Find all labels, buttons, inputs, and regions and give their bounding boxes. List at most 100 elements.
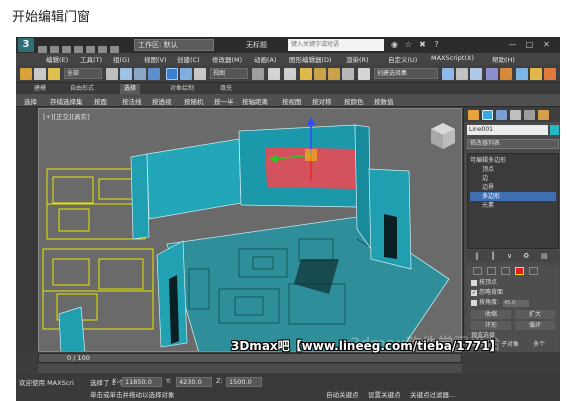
menu-edit[interactable]: 编辑(E) — [46, 54, 68, 64]
mirror-icon[interactable] — [442, 68, 454, 80]
viewport-label[interactable]: [+][正交][真实] — [43, 111, 90, 121]
ring-button[interactable]: 环形 — [471, 321, 511, 330]
ribbon-by-numeric[interactable]: 按数值 — [374, 96, 394, 106]
percent-snap-icon[interactable] — [328, 68, 340, 80]
preview-subobject-radio[interactable]: 子对象 — [501, 341, 519, 349]
keyboard-shortcut-icon[interactable] — [284, 68, 296, 80]
show-end-result-icon[interactable]: ┃ — [491, 252, 495, 260]
ribbon-by-half[interactable]: 按一半 — [214, 96, 234, 106]
ignore-backfacing-checkbox[interactable]: ✓ 忽略背面 — [471, 289, 503, 297]
set-key-button[interactable]: 设置关键点 — [368, 389, 401, 399]
angle-spinner[interactable]: 45.0 — [503, 300, 530, 307]
minimize-icon[interactable]: — — [506, 39, 519, 50]
track-bar[interactable] — [38, 364, 462, 373]
ribbon-by-view[interactable]: 按视图 — [282, 96, 302, 106]
tab-freeform[interactable]: 自由形式 — [66, 84, 98, 94]
element-level-icon[interactable] — [529, 267, 538, 275]
menu-modifiers[interactable]: 修改器(M) — [212, 54, 242, 64]
time-slider[interactable]: 0 / 100 — [38, 353, 462, 363]
stack-item-editable-poly[interactable]: 可编辑多边形 — [470, 156, 556, 165]
ribbon-by-random[interactable]: 按随机 — [184, 96, 204, 106]
select-rotate-icon[interactable] — [180, 68, 192, 80]
layer-manager-icon[interactable] — [470, 68, 482, 80]
ribbon-by-perspective[interactable]: 按透视 — [152, 96, 172, 106]
menu-create[interactable]: 创建(C) — [177, 54, 200, 64]
exchange-icon[interactable]: ✖ — [416, 39, 429, 50]
tab-selection[interactable]: 选择 — [120, 84, 141, 94]
pivot-center-icon[interactable] — [252, 68, 264, 80]
align-icon[interactable] — [456, 68, 468, 80]
utilities-tab-icon[interactable] — [538, 110, 549, 120]
ribbon-select[interactable]: 选择 — [24, 96, 37, 106]
menu-help[interactable]: 帮助(H) — [492, 54, 515, 64]
search-input[interactable]: 键入关键字或短语 — [288, 39, 384, 51]
z-coordinate-field[interactable]: 1500.0 — [226, 377, 262, 387]
by-vertex-checkbox[interactable]: 按顶点 — [471, 279, 497, 287]
curve-editor-icon[interactable] — [486, 68, 498, 80]
tab-object-paint[interactable]: 对象绘制 — [166, 84, 198, 94]
menu-views[interactable]: 视图(V) — [144, 54, 167, 64]
link-icon[interactable] — [34, 68, 46, 80]
selection-filter-dropdown[interactable]: 全部 — [64, 68, 102, 79]
workspace-dropdown[interactable]: 工作区: 默认 — [134, 39, 214, 51]
make-unique-icon[interactable]: ∨ — [507, 252, 512, 260]
hierarchy-tab-icon[interactable] — [496, 110, 507, 120]
named-selection-dropdown[interactable]: 创建选择集 — [374, 68, 438, 79]
rect-select-icon[interactable] — [134, 68, 146, 80]
ribbon-by-color[interactable]: 按颜色 — [344, 96, 364, 106]
by-angle-checkbox[interactable]: 按角度: 45.0 — [471, 299, 530, 307]
undo-icon[interactable] — [20, 68, 32, 80]
select-move-icon[interactable] — [166, 68, 178, 80]
modifier-list-dropdown[interactable]: 修改器列表 — [467, 139, 559, 149]
remove-modifier-icon[interactable]: ♻ — [523, 252, 529, 260]
select-manipulate-icon[interactable] — [268, 68, 280, 80]
ribbon-by-normal[interactable]: 按法线 — [122, 96, 142, 106]
help-icon[interactable]: ? — [430, 39, 443, 50]
tab-populate[interactable]: 填充 — [216, 84, 236, 94]
snaps-toggle-icon[interactable] — [300, 68, 312, 80]
stack-item-edge[interactable]: 边 — [470, 174, 556, 183]
maximize-icon[interactable]: □ — [523, 39, 536, 50]
preview-multi-radio[interactable]: 多个 — [533, 341, 545, 349]
object-color-swatch[interactable] — [550, 125, 559, 135]
loop-button[interactable]: 循环 — [515, 321, 555, 330]
grow-button[interactable]: 扩大 — [515, 310, 555, 319]
select-by-name-icon[interactable] — [120, 68, 132, 80]
display-tab-icon[interactable] — [524, 110, 535, 120]
configure-sets-icon[interactable]: ▤ — [541, 252, 548, 260]
stack-item-border[interactable]: 边界 — [470, 183, 556, 192]
menu-customize[interactable]: 自定义(U) — [388, 54, 417, 64]
close-icon[interactable]: ✕ — [540, 39, 553, 50]
border-level-icon[interactable] — [501, 267, 510, 275]
stack-item-element[interactable]: 元素 — [470, 201, 556, 210]
ribbon-by-symmetry[interactable]: 按对称 — [312, 96, 332, 106]
menu-rendering[interactable]: 渲染(R) — [346, 54, 369, 64]
object-name-field[interactable]: Line001 — [467, 125, 548, 135]
ribbon-by-pivot-distance[interactable]: 按轴距离 — [242, 96, 268, 106]
angle-snap-icon[interactable] — [314, 68, 326, 80]
bind-space-warp-icon[interactable] — [48, 68, 60, 80]
binoculars-icon[interactable]: ◉ — [388, 39, 401, 50]
polygon-level-icon[interactable] — [515, 267, 524, 275]
menu-graph-editors[interactable]: 图形编辑器(D) — [289, 54, 332, 64]
select-object-icon[interactable] — [106, 68, 118, 80]
stack-item-vertex[interactable]: 顶点 — [470, 165, 556, 174]
key-filters-button[interactable]: 关键点过滤器... — [410, 389, 455, 399]
vertex-level-icon[interactable] — [473, 267, 482, 275]
autokey-button[interactable]: 自动关键点 — [326, 389, 359, 399]
menu-animation[interactable]: 动画(A) — [254, 54, 277, 64]
stack-item-polygon[interactable]: 多边形 — [470, 192, 556, 201]
window-crossing-icon[interactable] — [148, 68, 160, 80]
menu-maxscript[interactable]: MAXScript(X) — [431, 54, 474, 62]
motion-tab-icon[interactable] — [510, 110, 521, 120]
render-setup-icon[interactable] — [516, 68, 528, 80]
material-editor-icon[interactable] — [500, 68, 512, 80]
x-coordinate-field[interactable]: 11850.0 — [122, 377, 162, 387]
viewport-front[interactable]: [+][正交][真实] — [38, 108, 462, 352]
spinner-snap-icon[interactable] — [342, 68, 354, 80]
render-production-icon[interactable] — [544, 68, 556, 80]
tab-modeling[interactable]: 建模 — [30, 84, 50, 94]
edit-named-selection-icon[interactable] — [358, 68, 370, 80]
create-tab-icon[interactable] — [468, 110, 479, 120]
y-coordinate-field[interactable]: 4230.0 — [176, 377, 212, 387]
